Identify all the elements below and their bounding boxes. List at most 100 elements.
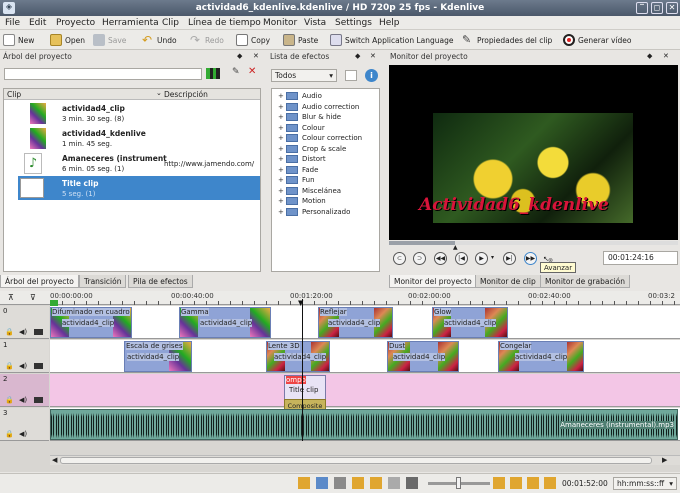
timeline-clip[interactable]: Glow actividad4_clip [432, 307, 508, 338]
menu-file[interactable]: File [5, 17, 20, 29]
scroll-left-icon[interactable]: ◀ [52, 456, 57, 464]
effect-group[interactable]: + Motion [278, 196, 326, 207]
monitor-timecode-field[interactable]: 00:01:24:16 [603, 251, 678, 265]
step-forward-icon[interactable]: ▶| [503, 252, 516, 265]
timeline-clip[interactable]: Lente 3D actividad4_clip [266, 341, 330, 372]
step-back-icon[interactable]: |◀ [455, 252, 468, 265]
video-toggle-icon[interactable] [34, 363, 43, 369]
timeline-clip[interactable]: Escala de grises actividad4_clip [124, 341, 192, 372]
tab-project-monitor[interactable]: Monitor del proyecto [389, 275, 477, 288]
rewind-icon[interactable]: ◀◀ [434, 252, 447, 265]
effect-group[interactable]: + Blur & hide [278, 112, 341, 123]
position-marker-icon[interactable]: ▲ [453, 244, 458, 251]
play-icon[interactable]: ▶ [475, 252, 488, 265]
spacer-icon[interactable] [388, 477, 400, 489]
close-panel-icon[interactable]: ✕ [253, 52, 259, 60]
column-description[interactable]: Descripción [164, 90, 208, 99]
scroll-right-icon[interactable]: ▶ [662, 456, 667, 464]
zoom-in-icon[interactable] [493, 477, 505, 489]
audio-thumbs-icon[interactable] [527, 477, 539, 489]
column-clip[interactable]: Clip [7, 90, 21, 99]
menu-settings[interactable]: Settings [335, 17, 372, 29]
timeline-clip[interactable]: Congelar actividad4_clip [498, 341, 584, 372]
play-options-chevron-icon[interactable]: ▾ [491, 254, 494, 261]
clip-row-selected[interactable]: Title clip 5 seg. (1) [18, 176, 260, 200]
playhead[interactable] [302, 299, 303, 441]
fit-zoom-icon[interactable] [510, 477, 522, 489]
zoom-icon[interactable]: ⊼ [8, 293, 14, 302]
effect-group[interactable]: + Distort [278, 154, 326, 165]
show-markers-icon[interactable] [544, 477, 556, 489]
speaker-icon[interactable]: ◀) [19, 430, 27, 438]
menu-edit[interactable]: Edit [29, 17, 46, 29]
menu-proyecto[interactable]: Proyecto [56, 17, 95, 29]
paste-button[interactable]: Paste [283, 32, 318, 48]
redo-button[interactable]: ↷ Redo [190, 32, 224, 48]
menu-linea-de-tiempo[interactable]: Línea de tiempo [188, 17, 261, 29]
save-button[interactable]: Save [93, 32, 126, 48]
close-icon[interactable]: ✕ [666, 2, 678, 14]
lock-icon[interactable]: 🔒 [5, 430, 14, 438]
clip-properties-button[interactable]: ✎ Propiedades del clip [462, 32, 552, 48]
maximize-icon[interactable]: ◻ [651, 2, 663, 14]
timecode-format-select[interactable]: hh:mm:ss::ff ▾ [613, 477, 677, 490]
edit-clip-icon[interactable]: ✎ [232, 67, 240, 77]
track-height-icon[interactable]: ⊽ [30, 293, 36, 302]
thumbnail-icon[interactable] [316, 477, 328, 489]
new-button[interactable]: New [3, 32, 34, 48]
timeline-clip[interactable]: Reflejar actividad4_clip [318, 307, 393, 338]
monitor-progress[interactable] [389, 241, 678, 245]
float-panel-icon[interactable]: ◆ [355, 52, 360, 60]
effect-group[interactable]: + Fun [278, 175, 315, 186]
effect-group[interactable]: + Audio [278, 91, 322, 102]
menu-herramienta[interactable]: Herramienta [102, 17, 159, 29]
timeline-scrollbar[interactable]: ◀ ▶ [50, 455, 680, 465]
speaker-icon[interactable]: ◀) [19, 328, 27, 336]
waveform-toggle-icon[interactable] [334, 477, 346, 489]
audio-clip[interactable]: Amaneceres (instrumental).mp3 [50, 409, 678, 440]
zoom-out-icon[interactable] [406, 477, 418, 489]
effect-group[interactable]: + Fade [278, 165, 318, 176]
video-toggle-icon[interactable] [34, 329, 43, 335]
effect-group[interactable]: + Misceláneа [278, 186, 341, 197]
zone-in-icon[interactable]: ⊂ [393, 252, 406, 265]
speaker-icon[interactable]: ◀) [19, 396, 27, 404]
switch-language-button[interactable]: Switch Application Language [330, 32, 453, 48]
effect-group[interactable]: + Colour [278, 123, 325, 134]
effect-group[interactable]: + Crop & scale [278, 144, 346, 155]
open-button[interactable]: Open [50, 32, 85, 48]
tab-clip-monitor[interactable]: Monitor de clip [475, 275, 541, 288]
effect-group[interactable]: + Audio correction [278, 102, 359, 113]
delete-clip-icon[interactable]: ✕ [248, 66, 256, 77]
menu-vista[interactable]: Vista [304, 17, 326, 29]
fast-forward-icon[interactable]: ▶▶ [524, 252, 537, 265]
minimize-icon[interactable]: ‾ [636, 2, 648, 14]
undo-button[interactable]: ↶ Undo [142, 32, 177, 48]
timeline-clip[interactable]: Dust actividad4_clip [387, 341, 459, 372]
close-panel-icon[interactable]: ✕ [370, 52, 376, 60]
clip-row[interactable]: actividad4_kdenlive 1 min. 45 seg. [4, 126, 260, 150]
effects-search-field[interactable] [345, 70, 357, 81]
tab-transition[interactable]: Transición [79, 275, 127, 288]
lock-icon[interactable]: 🔒 [5, 396, 14, 404]
razor-icon[interactable] [370, 477, 382, 489]
split-audio-icon[interactable] [298, 477, 310, 489]
zoom-slider-handle[interactable] [456, 477, 461, 489]
render-button[interactable]: Generar vídeo [563, 32, 631, 48]
tab-effect-stack[interactable]: Pila de efectos [128, 275, 193, 288]
speaker-icon[interactable]: ◀) [19, 362, 27, 370]
menu-monitor[interactable]: Monitor [263, 17, 297, 29]
lock-icon[interactable]: 🔒 [5, 362, 14, 370]
copy-button[interactable]: Copy [236, 32, 270, 48]
app-menu-icon[interactable]: ◈ [3, 2, 15, 14]
playhead-marker-icon[interactable]: ▼ [298, 299, 303, 307]
timeline-clip[interactable]: Difuminado en cuadro actividad4_clip [50, 307, 132, 338]
tab-record-monitor[interactable]: Monitor de grabación [540, 275, 630, 288]
effect-group[interactable]: + Personalizado [278, 207, 350, 218]
effects-filter-select[interactable]: Todos ▾ [271, 69, 337, 82]
info-icon[interactable]: i [365, 69, 378, 82]
menu-help[interactable]: Help [379, 17, 400, 29]
zone-out-icon[interactable]: ⊃ [413, 252, 426, 265]
clip-row[interactable]: ♪ Amaneceres (instrument 6 min. 05 seg. … [4, 151, 260, 175]
timeline-clip[interactable]: Gamma actividad4_clip [179, 307, 271, 338]
